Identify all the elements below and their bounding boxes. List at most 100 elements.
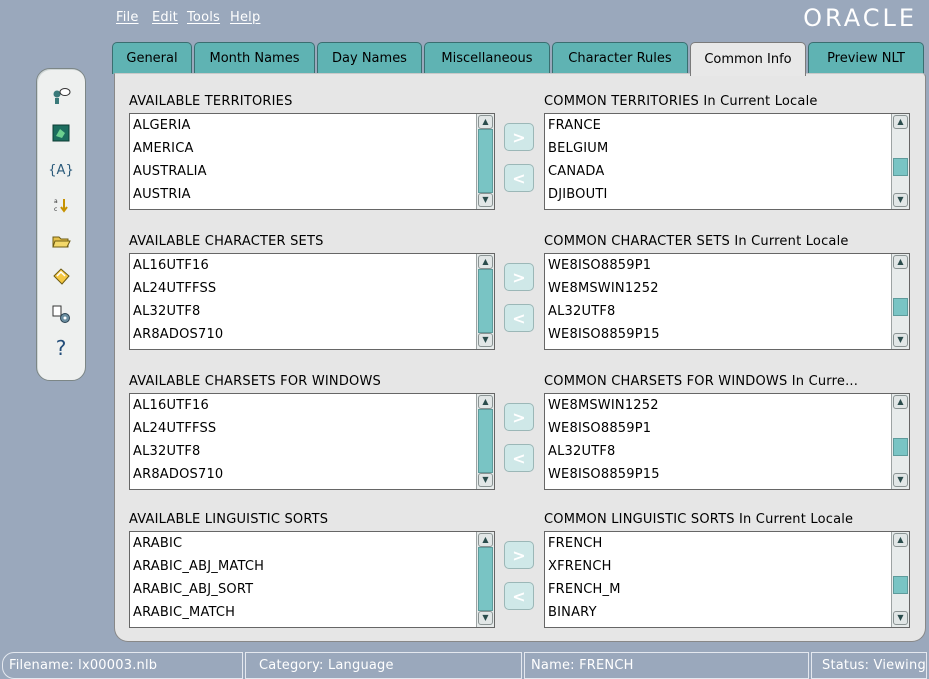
available-listbox[interactable]: ALGERIA AMERICA AUSTRALIA AUSTRIA ▲ ▼	[129, 113, 495, 210]
scroll-down-icon[interactable]: ▼	[893, 611, 908, 625]
list-item[interactable]: WE8ISO8859P15	[545, 463, 909, 486]
scroll-thumb[interactable]	[478, 129, 493, 193]
remove-from-common-button[interactable]: <	[504, 304, 534, 332]
scroll-up-icon[interactable]: ▲	[893, 115, 908, 129]
available-listbox[interactable]: AL16UTF16 AL24UTFFSS AL32UTF8 AR8ADOS710 ▲ ▼	[129, 253, 495, 350]
tab-day-names[interactable]: Day Names	[317, 42, 422, 74]
list-item[interactable]: WE8MSWIN1252	[545, 277, 909, 300]
list-item[interactable]: AL24UTFFSS	[130, 417, 494, 440]
list-item[interactable]: BELGIUM	[545, 137, 909, 160]
list-item[interactable]: AL24UTFFSS	[130, 277, 494, 300]
scroll-down-icon[interactable]: ▼	[893, 333, 908, 347]
add-to-common-button[interactable]: >	[504, 541, 534, 569]
list-item[interactable]: XFRENCH	[545, 555, 909, 578]
scroll-down-icon[interactable]: ▼	[478, 193, 493, 207]
list-item[interactable]: AL32UTF8	[545, 300, 909, 323]
list-item[interactable]: AUSTRIA	[130, 183, 494, 206]
menu-file[interactable]: File	[116, 10, 139, 25]
vertical-scrollbar[interactable]: ▲ ▼	[891, 114, 909, 209]
list-item[interactable]: AL16UTF16	[130, 254, 494, 277]
add-to-common-button[interactable]: >	[504, 263, 534, 291]
common-listbox[interactable]: FRENCH XFRENCH FRENCH_M BINARY ▲ ▼	[544, 531, 910, 628]
settings-icon[interactable]	[50, 303, 72, 325]
status-filename: Filename: lx00003.nlb	[2, 652, 243, 679]
list-item[interactable]: AL16UTF16	[130, 394, 494, 417]
list-item[interactable]: ALGERIA	[130, 114, 494, 137]
scroll-down-icon[interactable]: ▼	[478, 473, 493, 487]
scroll-up-icon[interactable]: ▲	[893, 255, 908, 269]
scroll-thumb[interactable]	[893, 158, 908, 176]
available-listbox[interactable]: AL16UTF16 AL24UTFFSS AL32UTF8 AR8ADOS710 ▲ ▼	[129, 393, 495, 490]
scroll-up-icon[interactable]: ▲	[893, 395, 908, 409]
tab-preview-nlt[interactable]: Preview NLT	[808, 42, 924, 74]
list-item[interactable]: BINARY	[545, 601, 909, 624]
list-item[interactable]: WE8ISO8859P1	[545, 417, 909, 440]
list-item[interactable]: AL32UTF8	[130, 440, 494, 463]
add-to-common-button[interactable]: >	[504, 123, 534, 151]
scroll-up-icon[interactable]: ▲	[478, 115, 493, 129]
remove-from-common-button[interactable]: <	[504, 444, 534, 472]
list-item[interactable]: ARABIC_MATCH	[130, 601, 494, 624]
scroll-up-icon[interactable]: ▲	[478, 395, 493, 409]
tab-miscellaneous[interactable]: Miscellaneous	[424, 42, 550, 74]
scroll-down-icon[interactable]: ▼	[893, 473, 908, 487]
list-item[interactable]: WE8ISO8859P1	[545, 254, 909, 277]
common-listbox[interactable]: WE8MSWIN1252 WE8ISO8859P1 AL32UTF8 WE8ISO88…	[544, 393, 910, 490]
list-item[interactable]: ARABIC_ABJ_MATCH	[130, 555, 494, 578]
scroll-down-icon[interactable]: ▼	[893, 193, 908, 207]
available-listbox[interactable]: ARABIC ARABIC_ABJ_MATCH ARABIC_ABJ_SORT ARA…	[129, 531, 495, 628]
common-listbox[interactable]: FRANCE BELGIUM CANADA DJIBOUTI ▲ ▼	[544, 113, 910, 210]
list-item[interactable]: WE8ISO8859P15	[545, 323, 909, 346]
scroll-thumb[interactable]	[893, 576, 908, 594]
save-icon[interactable]	[50, 266, 72, 288]
scroll-up-icon[interactable]: ▲	[478, 533, 493, 547]
vertical-scrollbar[interactable]: ▲ ▼	[891, 532, 909, 627]
menu-tools[interactable]: Tools	[187, 10, 220, 25]
list-item[interactable]: AL32UTF8	[545, 440, 909, 463]
remove-from-common-button[interactable]: <	[504, 582, 534, 610]
properties-icon[interactable]	[50, 85, 72, 107]
list-item[interactable]: AUSTRALIA	[130, 160, 494, 183]
remove-from-common-button[interactable]: <	[504, 164, 534, 192]
tab-character-rules[interactable]: Character Rules	[552, 42, 688, 74]
list-item[interactable]: AL32UTF8	[130, 300, 494, 323]
list-item[interactable]: FRENCH	[545, 532, 909, 555]
common-listbox[interactable]: WE8ISO8859P1 WE8MSWIN1252 AL32UTF8 WE8ISO88…	[544, 253, 910, 350]
scroll-thumb[interactable]	[478, 409, 493, 473]
list-item[interactable]: ARABIC_ABJ_SORT	[130, 578, 494, 601]
tab-common-info[interactable]: Common Info	[690, 42, 806, 76]
vertical-scrollbar[interactable]: ▲ ▼	[891, 254, 909, 349]
help-icon[interactable]: ?	[50, 336, 72, 360]
menu-help[interactable]: Help	[230, 10, 260, 25]
scroll-up-icon[interactable]: ▲	[478, 255, 493, 269]
vertical-scrollbar[interactable]: ▲ ▼	[476, 394, 494, 489]
list-item[interactable]: ARABIC	[130, 532, 494, 555]
scroll-thumb[interactable]	[478, 269, 493, 333]
list-item[interactable]: CANADA	[545, 160, 909, 183]
sort-icon[interactable]: ac	[50, 194, 72, 216]
menu-edit[interactable]: Edit	[152, 10, 178, 25]
tab-general[interactable]: General	[112, 42, 192, 74]
variable-icon[interactable]: {A}	[48, 159, 73, 181]
list-item[interactable]: FRENCH_M	[545, 578, 909, 601]
scroll-down-icon[interactable]: ▼	[478, 611, 493, 625]
list-item[interactable]: AR8ADOS710	[130, 463, 494, 486]
scroll-thumb[interactable]	[893, 298, 908, 316]
tab-month-names[interactable]: Month Names	[194, 42, 315, 74]
vertical-scrollbar[interactable]: ▲ ▼	[891, 394, 909, 489]
list-item[interactable]: AMERICA	[130, 137, 494, 160]
vertical-scrollbar[interactable]: ▲ ▼	[476, 114, 494, 209]
open-folder-icon[interactable]	[50, 230, 72, 252]
scroll-down-icon[interactable]: ▼	[478, 333, 493, 347]
scroll-thumb[interactable]	[893, 438, 908, 456]
list-item[interactable]: WE8MSWIN1252	[545, 394, 909, 417]
map-icon[interactable]	[50, 122, 72, 144]
list-item[interactable]: AR8ADOS710	[130, 323, 494, 346]
vertical-scrollbar[interactable]: ▲ ▼	[476, 532, 494, 627]
add-to-common-button[interactable]: >	[504, 403, 534, 431]
vertical-scrollbar[interactable]: ▲ ▼	[476, 254, 494, 349]
list-item[interactable]: FRANCE	[545, 114, 909, 137]
scroll-thumb[interactable]	[478, 547, 493, 611]
list-item[interactable]: DJIBOUTI	[545, 183, 909, 206]
scroll-up-icon[interactable]: ▲	[893, 533, 908, 547]
